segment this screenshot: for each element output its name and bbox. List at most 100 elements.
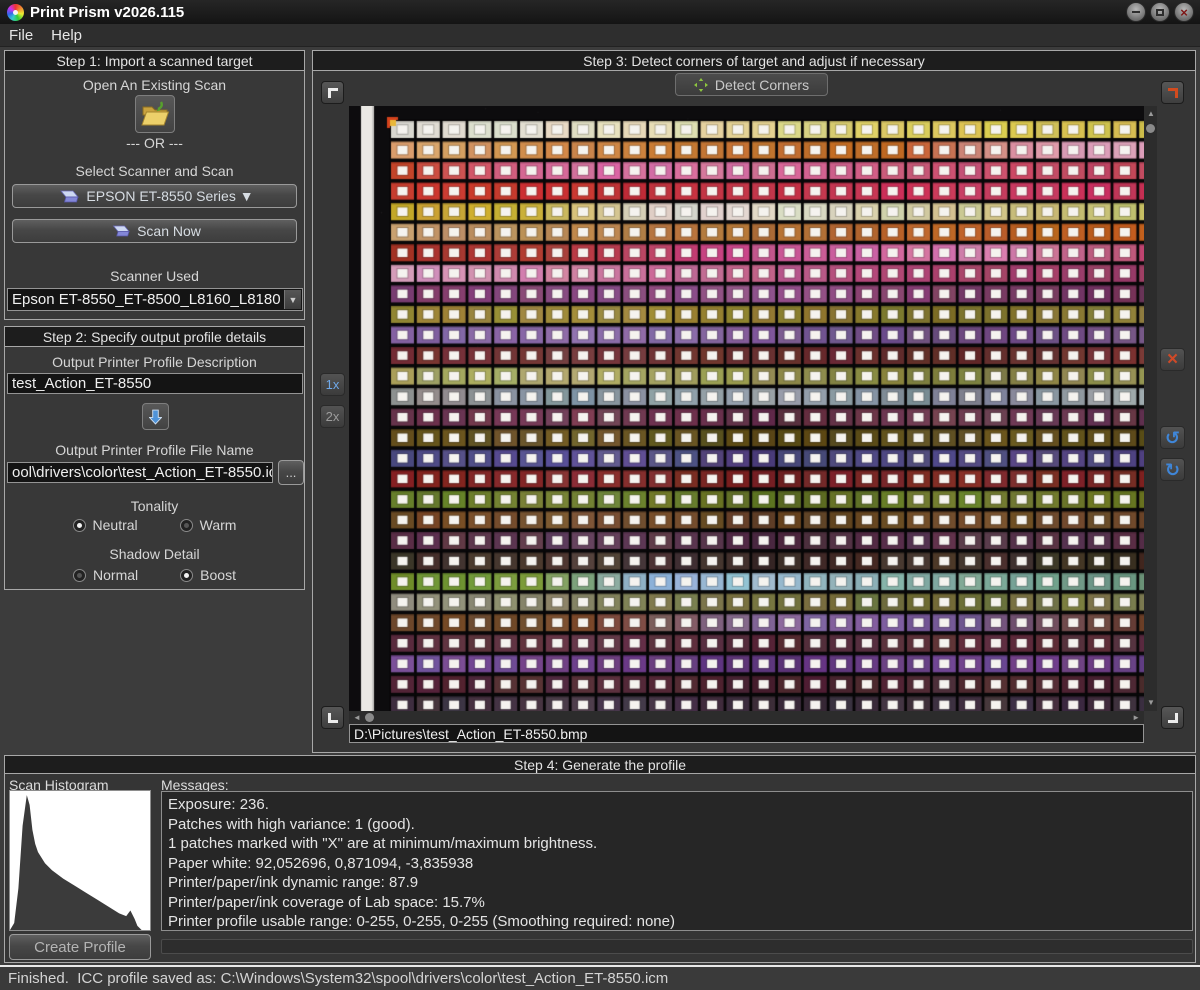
step1-header: Step 1: Import a scanned target <box>5 51 304 71</box>
profile-description-input[interactable]: test_Action_ET-8550 <box>7 373 303 394</box>
corner-top-left-button[interactable] <box>321 81 344 104</box>
scroll-up-icon[interactable]: ▲ <box>1147 110 1155 118</box>
step4-header: Step 4: Generate the profile <box>5 756 1195 774</box>
zoom-2x-button[interactable]: 2x <box>320 405 345 428</box>
message-line: 1 patches marked with "X" are at minimum… <box>168 835 598 852</box>
scroll-right-icon[interactable]: ► <box>1132 714 1140 722</box>
profile-progress-bar <box>161 939 1193 954</box>
radio-label: Boost <box>200 567 236 583</box>
down-arrow-icon <box>149 409 162 425</box>
message-line: Printer/paper/ink dynamic range: 87.9 <box>168 874 419 891</box>
profile-filename-value: ool\drivers\color\test_Action_ET-8550.ic… <box>12 464 273 481</box>
zoom-1x-button[interactable]: 1x <box>320 373 345 396</box>
maximize-button[interactable] <box>1150 2 1170 22</box>
maximize-icon <box>1156 8 1164 16</box>
step4-panel: Step 4: Generate the profile Scan Histog… <box>4 755 1196 963</box>
rotate-cw-button[interactable]: ↻ <box>1160 458 1185 481</box>
corner-top-right-button[interactable] <box>1161 81 1184 104</box>
menu-bar: File Help <box>0 24 1200 47</box>
scan-histogram <box>9 790 151 931</box>
profile-filename-label: Output Printer Profile File Name <box>55 442 254 458</box>
histogram-plot <box>10 795 150 930</box>
scan-now-label: Scan Now <box>137 223 201 239</box>
profile-description-value: test_Action_ET-8550 <box>12 375 152 392</box>
corner-bottom-left-icon <box>327 712 338 723</box>
scanner-used-dropdown-arrow[interactable]: ▼ <box>284 290 301 309</box>
or-label: --- OR --- <box>126 135 183 151</box>
corner-top-left-icon <box>327 87 338 98</box>
app-icon <box>7 3 24 21</box>
close-button[interactable]: × <box>1174 2 1194 22</box>
tonality-label: Tonality <box>130 498 179 514</box>
step2-header: Step 2: Specify output profile details <box>5 327 304 347</box>
message-line: Printer/paper/ink coverage of Lab space:… <box>168 893 485 911</box>
select-scanner-label: Select Scanner and Scan <box>75 163 234 179</box>
minimize-button[interactable] <box>1126 2 1146 22</box>
menu-help[interactable]: Help <box>42 27 91 44</box>
profile-filename-input[interactable]: ool\drivers\color\test_Action_ET-8550.ic… <box>7 462 273 483</box>
radio-neutral[interactable]: Neutral <box>72 517 138 533</box>
app-window: Print Prism v2026.115 × File Help Step 1… <box>0 0 1200 990</box>
detect-corners-icon <box>693 77 708 92</box>
menu-file[interactable]: File <box>0 27 42 44</box>
window-title: Print Prism v2026.115 <box>30 3 185 21</box>
rotate-ccw-button[interactable]: ↺ <box>1160 426 1185 449</box>
step3-panel: Step 3: Detect corners of target and adj… <box>312 50 1196 753</box>
open-scan-button[interactable] <box>135 95 175 133</box>
scanner-select-button[interactable]: EPSON ET-8550 Series ▼ <box>12 184 297 208</box>
scanner-used-combobox[interactable]: Epson ET-8550_ET-8500_L8160_L8180 ▼ <box>7 288 303 311</box>
step2-panel: Step 2: Specify output profile details O… <box>4 326 305 590</box>
tonality-options: Neutral Warm <box>5 517 304 533</box>
horizontal-scrollbar[interactable]: ◄ ► <box>349 711 1144 724</box>
radio-circle-icon <box>73 568 87 582</box>
scanner-used-label: Scanner Used <box>110 268 199 284</box>
radio-boost[interactable]: Boost <box>180 567 236 583</box>
status-bar: Finished. ICC profile saved as: C:\Windo… <box>0 965 1200 990</box>
open-folder-icon <box>141 101 170 126</box>
radio-normal[interactable]: Normal <box>73 567 138 583</box>
step3-header: Step 3: Detect corners of target and adj… <box>313 51 1195 71</box>
delete-scan-button[interactable]: × <box>1160 348 1185 371</box>
radio-label: Normal <box>93 567 139 583</box>
message-line: Printer profile usable range: 0-255, 0-2… <box>168 913 675 930</box>
radio-label: Neutral <box>92 517 138 533</box>
shadow-detail-options: Normal Boost <box>5 567 304 583</box>
scan-filename-field[interactable]: D:\Pictures\test_Action_ET-8550.bmp <box>349 724 1144 743</box>
radio-circle-icon <box>180 568 194 582</box>
open-existing-scan-label: Open An Existing Scan <box>82 77 227 93</box>
scan-target-image[interactable] <box>349 106 1144 711</box>
scan-filename-value: D:\Pictures\test_Action_ET-8550.bmp <box>354 725 588 742</box>
shadow-detail-label: Shadow Detail <box>109 546 200 562</box>
browse-button[interactable]: ... <box>278 460 304 485</box>
close-icon: × <box>1180 4 1188 20</box>
create-profile-button[interactable]: Create Profile <box>9 934 151 960</box>
scroll-left-icon[interactable]: ◄ <box>353 714 361 722</box>
corner-bottom-right-button[interactable] <box>1161 706 1184 729</box>
corner-bottom-left-button[interactable] <box>321 706 344 729</box>
step1-panel: Step 1: Import a scanned target Open An … <box>4 50 305 320</box>
scan-now-button[interactable]: Scan Now <box>12 219 297 243</box>
messages-box: Exposure: 236. Patches with high variance… <box>161 791 1193 931</box>
scanner-used-value: Epson ET-8550_ET-8500_L8160_L8180 <box>12 291 281 308</box>
profile-description-label: Output Printer Profile Description <box>52 354 257 370</box>
message-line: Patches with high variance: 1 (good). <box>168 815 415 833</box>
horizontal-scroll-thumb[interactable] <box>365 713 374 722</box>
radio-warm[interactable]: Warm <box>179 517 237 533</box>
message-line: Exposure: 236. <box>168 796 269 813</box>
radio-label: Warm <box>199 517 237 533</box>
copy-description-button[interactable] <box>142 403 169 430</box>
radio-circle-icon <box>72 518 86 532</box>
scanner-icon <box>60 190 80 202</box>
scanner-select-label: EPSON ET-8550 Series ▼ <box>86 188 254 204</box>
delete-x-icon: × <box>1166 349 1179 370</box>
title-bar[interactable]: Print Prism v2026.115 × <box>0 0 1200 24</box>
message-line: Paper white: 92,052696, 0,871094, -3,835… <box>168 854 474 872</box>
detect-corners-label: Detect Corners <box>714 76 810 93</box>
corner-top-right-icon <box>1167 87 1178 98</box>
radio-circle-icon <box>179 518 193 532</box>
detect-corners-button[interactable]: Detect Corners <box>675 73 828 96</box>
scroll-down-icon[interactable]: ▼ <box>1147 699 1155 707</box>
vertical-scrollbar[interactable]: ▲ ▼ <box>1144 106 1157 711</box>
vertical-scroll-thumb[interactable] <box>1146 124 1155 133</box>
scan-now-icon <box>112 225 130 237</box>
